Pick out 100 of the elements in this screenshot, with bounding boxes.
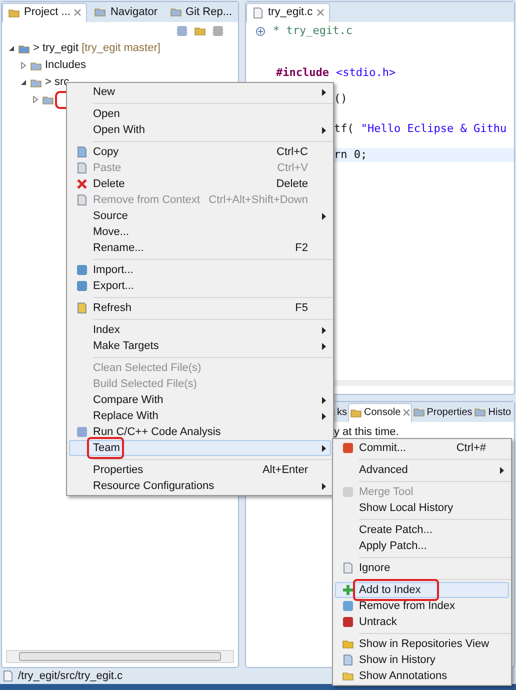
menu-item[interactable]: Refresh F5	[69, 300, 331, 316]
code-line: * try_egit.c	[256, 24, 514, 38]
menu-item-label: Merge Tool	[359, 484, 414, 500]
menu-item-label: Create Patch...	[359, 522, 432, 538]
menu-item[interactable]: Create Patch...	[335, 522, 509, 538]
code-line: ()	[334, 92, 348, 106]
menu-item-label: Build Selected File(s)	[93, 376, 197, 392]
menu-item-label: Ignore	[359, 560, 390, 576]
menu-item[interactable]: Run C/C++ Code Analysis	[69, 424, 331, 440]
menu-item[interactable]: Advanced	[335, 462, 509, 478]
menu-item[interactable]: Apply Patch...	[335, 538, 509, 554]
menu-item-label: Export...	[93, 278, 134, 294]
menu-item[interactable]: Properties Alt+Enter	[69, 462, 331, 478]
submenu-arrow-icon	[322, 396, 326, 404]
document-icon	[76, 194, 88, 206]
tree-item-label[interactable]: Includes	[45, 57, 86, 74]
menu-item[interactable]: Show in History	[335, 652, 509, 668]
shortcut-label: Delete	[276, 176, 309, 192]
menu-item[interactable]: New	[69, 84, 331, 100]
menu-item[interactable]: Index	[69, 322, 331, 338]
submenu-arrow-icon	[322, 482, 326, 490]
status-path: /try_egit/src/try_egit.c	[18, 668, 123, 684]
menu-item-label: Delete	[93, 176, 125, 192]
collapsed-arrow-icon[interactable]	[20, 62, 27, 69]
menu-item[interactable]: Open	[69, 106, 331, 122]
shortcut-label: Ctrl+V	[277, 160, 309, 176]
menu-item-label: Commit...	[359, 440, 406, 456]
menu-item-label: Move...	[93, 224, 130, 240]
menu-item[interactable]: Add to Index	[335, 582, 509, 598]
add-icon	[342, 584, 354, 596]
menu-item[interactable]: Ignore	[335, 560, 509, 576]
menu-item[interactable]: Commit... Ctrl+#	[335, 440, 509, 456]
editor-tab[interactable]: try_egit.c	[246, 2, 330, 22]
menu-item[interactable]: Delete Delete	[69, 176, 331, 192]
shortcut-label: Ctrl+#	[456, 440, 487, 456]
menu-item-label: Clean Selected File(s)	[93, 360, 202, 376]
menu-item[interactable]: Move...	[69, 224, 331, 240]
submenu-arrow-icon	[322, 326, 326, 334]
menu-item-label: Rename...	[93, 240, 144, 256]
menu-item-label: Remove from Context	[93, 192, 200, 208]
collapsed-arrow-icon[interactable]	[32, 96, 39, 103]
code-line: tf( "Hello Eclipse & Githu	[334, 122, 508, 136]
close-icon[interactable]	[74, 9, 82, 16]
view-tab[interactable]: Navigator	[89, 2, 163, 22]
shortcut-label: F5	[295, 300, 309, 316]
menu-item[interactable]: Replace With	[69, 408, 331, 424]
menu-item-label: Show Local History	[359, 500, 454, 516]
expanded-arrow-icon[interactable]	[20, 79, 27, 86]
delete-icon	[76, 178, 88, 190]
menu-item-label: Open With	[93, 122, 145, 138]
submenu-arrow-icon	[322, 88, 326, 96]
menu-item[interactable]: Make Targets	[69, 338, 331, 354]
menu-item-label: Run C/C++ Code Analysis	[93, 424, 221, 440]
menu-item[interactable]: Show Local History	[335, 500, 509, 516]
menu-item[interactable]: Import...	[69, 262, 331, 278]
menu-item-label: Advanced	[359, 462, 408, 478]
menu-item-label: Make Targets	[93, 338, 159, 354]
menu-item-label: New	[93, 84, 116, 100]
menu-item[interactable]: Untrack	[335, 614, 509, 630]
menu-item[interactable]: Show Annotations	[335, 668, 509, 684]
folder-icon	[30, 60, 42, 72]
view-tab[interactable]: Git Rep...	[164, 2, 238, 22]
menu-item[interactable]: Source	[69, 208, 331, 224]
code-line: #include <stdio.h>	[276, 66, 397, 80]
expanded-arrow-icon[interactable]	[8, 45, 15, 52]
fold-icon[interactable]	[256, 26, 265, 36]
view-tab[interactable]: Console	[348, 402, 412, 422]
menu-item-label: Copy	[93, 144, 119, 160]
submenu-arrow-icon	[322, 412, 326, 420]
menu-item[interactable]: Open With	[69, 122, 331, 138]
menu-item[interactable]: Team	[69, 440, 331, 456]
tree-item-label[interactable]: > try_egit	[33, 40, 79, 57]
menu-item-label: Index	[93, 322, 120, 338]
view-tab[interactable]: Histo	[473, 402, 512, 422]
view-tab[interactable]: Project ...	[2, 2, 88, 22]
folder-icon	[30, 76, 42, 88]
menu-item-label: Show in Repositories View	[359, 636, 490, 652]
menu-item-label: Open	[93, 106, 120, 122]
menu-item-label: Remove from Index	[359, 598, 455, 614]
menu-item-label: Import...	[93, 262, 134, 278]
close-icon[interactable]	[402, 409, 410, 416]
menu-item-label: Paste	[93, 160, 122, 176]
menu-item-label: Show Annotations	[359, 668, 448, 684]
shortcut-label: Ctrl+Alt+Shift+Down	[208, 192, 309, 208]
menu-item[interactable]: Remove from Index	[335, 598, 509, 614]
menu-item-label: Properties	[93, 462, 144, 478]
menu-item-label: Refresh	[93, 300, 132, 316]
branch-decoration: [try_egit master]	[82, 41, 160, 56]
menu-item[interactable]: Copy Ctrl+C	[69, 144, 331, 160]
horizontal-scrollbar[interactable]	[6, 650, 234, 663]
view-tab[interactable]: Properties	[412, 402, 474, 422]
menu-item[interactable]: Export...	[69, 278, 331, 294]
menu-item[interactable]: Resource Configurations	[69, 478, 331, 494]
menu-item[interactable]: Show in Repositories View	[335, 636, 509, 652]
menu-item-label: Add to Index	[359, 582, 421, 598]
menu-item-label: Untrack	[359, 614, 397, 630]
menu-item[interactable]: Rename... F2	[69, 240, 331, 256]
menu-item[interactable]: Compare With	[69, 392, 331, 408]
close-icon[interactable]	[316, 9, 324, 16]
shortcut-label: Ctrl+C	[276, 144, 309, 160]
